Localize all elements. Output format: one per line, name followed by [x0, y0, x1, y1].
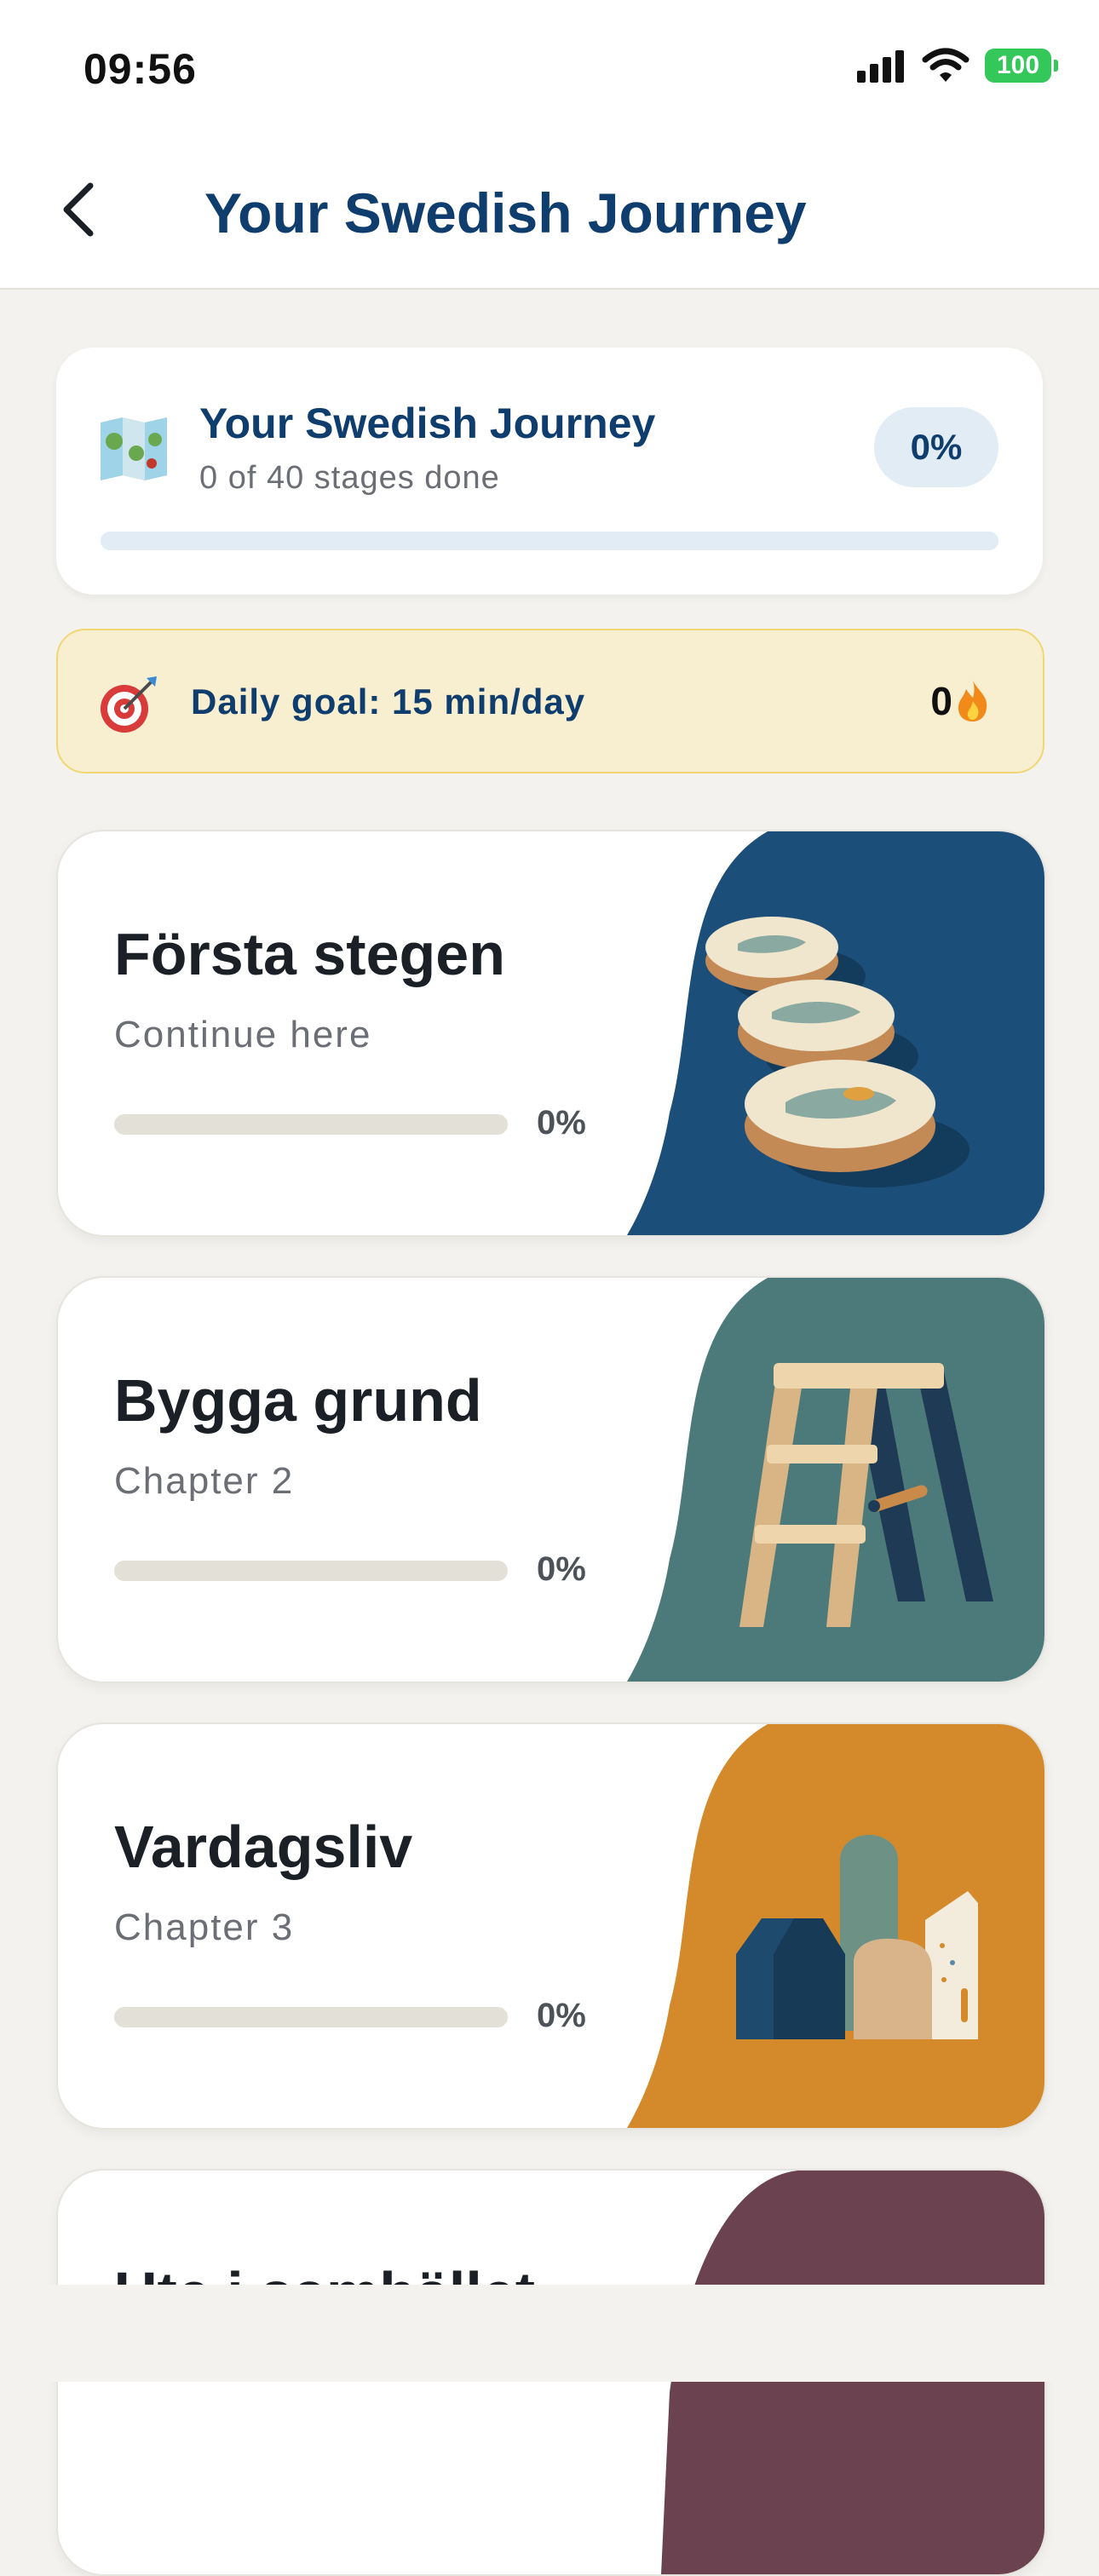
- battery-icon: 100: [985, 49, 1058, 83]
- chapter-2-illustration: [627, 1278, 1044, 1682]
- chapter-progress-bar: [114, 1114, 508, 1135]
- fire-icon: [958, 681, 987, 722]
- daily-goal-label: Daily goal: 15 min/day: [191, 681, 586, 722]
- chapter-subtitle: Continue here: [114, 1014, 372, 1055]
- chapter-title: Första stegen: [114, 921, 505, 987]
- chapter-percent: 0%: [537, 1104, 586, 1141]
- journey-progress-bar: [101, 532, 998, 550]
- journey-percent-badge: 0%: [874, 407, 998, 487]
- wifi-icon: [922, 48, 970, 82]
- chapter-subtitle: Chapter 2: [114, 1460, 295, 1502]
- chapter-percent: 0%: [537, 1550, 586, 1588]
- chapter-1-illustration: [627, 831, 1044, 1235]
- top-bar: 09:56 100 Your Swedish Journey: [0, 0, 1099, 290]
- chapter-title: Vardagsliv: [114, 1814, 413, 1880]
- streak-counter: 0: [930, 678, 992, 724]
- chapter-title: Bygga grund: [114, 1367, 482, 1434]
- journey-subtitle: 0 of 40 stages done: [199, 460, 500, 496]
- status-icons: 100: [857, 48, 1058, 83]
- bottom-fade: [0, 2285, 1099, 2382]
- chapter-3-art-bg: [627, 1724, 1044, 2128]
- chapter-progress-bar: [114, 1561, 508, 1581]
- chapter-card-2[interactable]: Bygga grund Chapter 2 0%: [56, 1276, 1046, 1683]
- target-icon: [101, 676, 157, 733]
- back-chevron-icon[interactable]: [48, 169, 107, 245]
- chapter-3-illustration: [627, 1724, 1044, 2128]
- streak-count: 0: [930, 679, 952, 723]
- journey-progress-card: Your Swedish Journey 0 of 40 stages done…: [56, 348, 1043, 595]
- signal-icon: [857, 50, 904, 83]
- daily-goal-banner[interactable]: Daily goal: 15 min/day 0: [56, 629, 1044, 773]
- chapter-percent: 0%: [537, 1997, 586, 2034]
- status-time: 09:56: [83, 45, 197, 93]
- chapter-card-1[interactable]: Första stegen Continue here 0%: [56, 830, 1046, 1237]
- battery-level: 100: [996, 51, 1040, 79]
- journey-title: Your Swedish Journey: [199, 400, 656, 447]
- chapter-card-3[interactable]: Vardagsliv Chapter 3 0%: [56, 1722, 1046, 2130]
- map-icon: [101, 417, 167, 480]
- chapter-progress-bar: [114, 2007, 508, 2027]
- page-title: Your Swedish Journey: [204, 181, 807, 244]
- chapter-subtitle: Chapter 3: [114, 1906, 295, 1948]
